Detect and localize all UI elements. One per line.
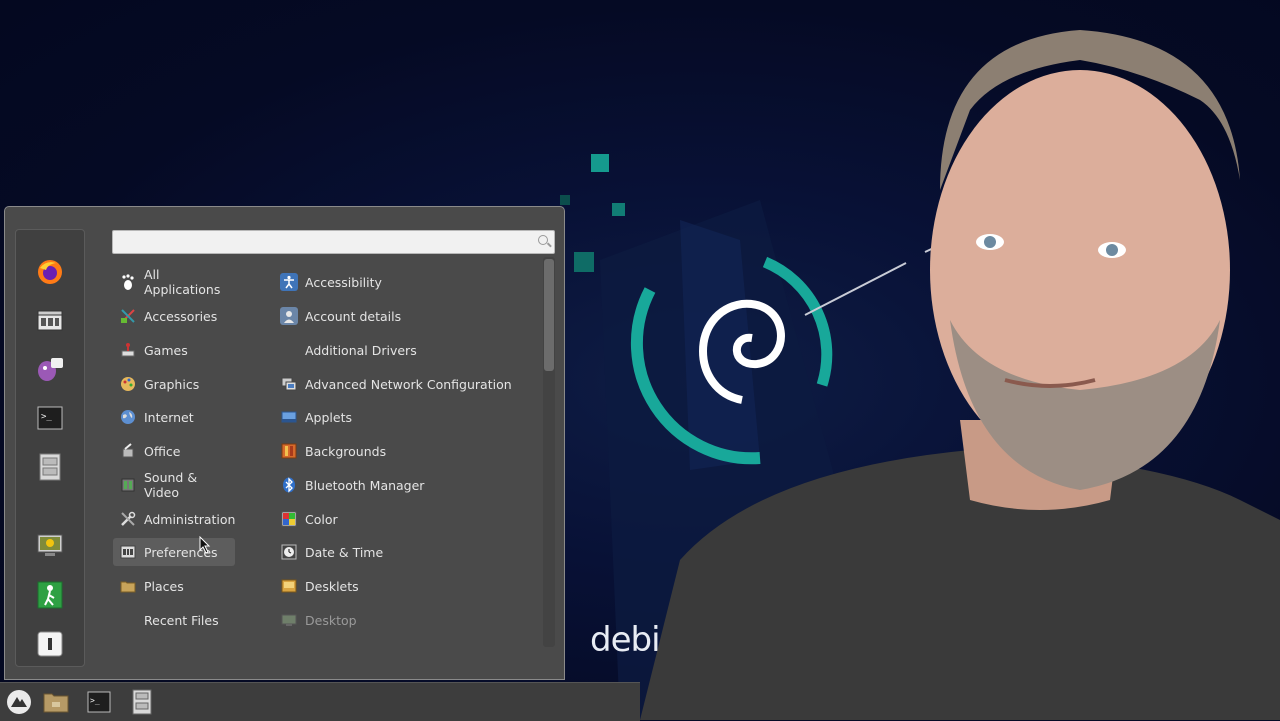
scrollbar-thumb[interactable] xyxy=(544,259,554,371)
file-manager-launcher-icon[interactable] xyxy=(42,688,70,716)
category-preferences[interactable]: Preferences xyxy=(113,538,235,566)
drivers-icon xyxy=(280,341,298,359)
preferences-icon xyxy=(119,543,137,561)
app-account-details[interactable]: Account details xyxy=(274,302,536,330)
software-manager-icon[interactable] xyxy=(35,306,65,336)
app-label: Applets xyxy=(305,409,352,425)
category-label: Recent Files xyxy=(144,612,219,628)
category-label: Accessories xyxy=(144,308,218,324)
file-manager-icon[interactable] xyxy=(35,452,65,482)
app-label: Color xyxy=(305,511,338,527)
app-label: Desklets xyxy=(305,578,359,594)
app-label: Account details xyxy=(305,308,402,324)
gnome-foot-icon xyxy=(119,273,137,291)
app-backgrounds[interactable]: Backgrounds xyxy=(274,437,536,465)
application-menu: >_ All Applications Accessories Games Gr… xyxy=(4,206,565,680)
network-icon xyxy=(280,375,298,393)
app-label: Backgrounds xyxy=(305,443,387,459)
category-label: Places xyxy=(144,578,184,594)
bottom-panel: >_ xyxy=(0,682,640,721)
presenter-webcam-overlay xyxy=(640,30,1280,720)
accessories-icon xyxy=(119,307,137,325)
category-label: Internet xyxy=(144,409,194,425)
menu-search-box[interactable] xyxy=(112,230,555,254)
clock-icon xyxy=(280,543,298,561)
app-desktop[interactable]: Desktop xyxy=(274,606,536,634)
app-advanced-network-configuration[interactable]: Advanced Network Configuration xyxy=(274,370,536,398)
backgrounds-icon xyxy=(280,442,298,460)
terminal-icon[interactable]: >_ xyxy=(35,403,65,433)
category-all-applications[interactable]: All Applications xyxy=(113,267,235,297)
category-graphics[interactable]: Graphics xyxy=(113,370,235,398)
category-sound-video[interactable]: Sound & Video xyxy=(113,470,235,500)
app-date-time[interactable]: Date & Time xyxy=(274,538,536,566)
svg-text:>_: >_ xyxy=(90,696,100,705)
shutdown-icon[interactable] xyxy=(35,629,65,659)
search-icon xyxy=(538,235,548,245)
lock-screen-icon[interactable] xyxy=(35,531,65,561)
recent-files-icon xyxy=(119,611,137,629)
terminal-launcher-icon[interactable]: >_ xyxy=(85,688,113,716)
menu-button-icon[interactable] xyxy=(5,688,33,716)
svg-text:>_: >_ xyxy=(41,412,52,422)
file-cabinet-launcher-icon[interactable] xyxy=(128,688,156,716)
app-label: Bluetooth Manager xyxy=(305,477,425,493)
app-applets[interactable]: Applets xyxy=(274,403,536,431)
pidgin-icon[interactable] xyxy=(35,354,65,384)
user-account-icon xyxy=(280,307,298,325)
category-recent-files[interactable]: Recent Files xyxy=(113,606,235,634)
category-label: Administration xyxy=(144,511,236,527)
bluetooth-icon xyxy=(280,476,298,494)
graphics-icon xyxy=(119,375,137,393)
app-color[interactable]: Color xyxy=(274,505,536,533)
app-label: Accessibility xyxy=(305,274,382,290)
games-icon xyxy=(119,341,137,359)
favorites-sidebar: >_ xyxy=(15,229,85,667)
category-label: Office xyxy=(144,443,181,459)
category-administration[interactable]: Administration xyxy=(113,505,235,533)
logout-icon[interactable] xyxy=(35,580,65,610)
desktop-icon xyxy=(280,611,298,629)
category-label: Graphics xyxy=(144,376,200,392)
app-label: Advanced Network Configuration xyxy=(305,376,512,392)
category-label: Sound & Video xyxy=(144,470,198,500)
firefox-icon[interactable] xyxy=(35,257,65,287)
search-input[interactable] xyxy=(117,233,531,253)
app-desklets[interactable]: Desklets xyxy=(274,572,536,600)
category-accessories[interactable]: Accessories xyxy=(113,302,235,330)
desklets-icon xyxy=(280,577,298,595)
mouse-pointer-icon xyxy=(199,536,211,554)
category-places[interactable]: Places xyxy=(113,572,235,600)
app-label: Desktop xyxy=(305,612,357,628)
category-internet[interactable]: Internet xyxy=(113,403,235,431)
globe-icon xyxy=(119,408,137,426)
app-label: Additional Drivers xyxy=(305,342,417,358)
category-label: All Applications xyxy=(144,267,221,297)
office-icon xyxy=(119,442,137,460)
folder-icon xyxy=(119,577,137,595)
app-additional-drivers[interactable]: Additional Drivers xyxy=(274,336,536,364)
tools-icon xyxy=(119,510,137,528)
category-label: Games xyxy=(144,342,188,358)
app-accessibility[interactable]: Accessibility xyxy=(274,268,536,296)
multimedia-icon xyxy=(119,476,137,494)
applets-icon xyxy=(280,408,298,426)
app-label: Date & Time xyxy=(305,544,384,560)
app-bluetooth-manager[interactable]: Bluetooth Manager xyxy=(274,471,536,499)
category-games[interactable]: Games xyxy=(113,336,235,364)
category-office[interactable]: Office xyxy=(113,437,235,465)
accessibility-icon xyxy=(280,273,298,291)
apps-scrollbar[interactable] xyxy=(543,257,555,647)
color-icon xyxy=(280,510,298,528)
